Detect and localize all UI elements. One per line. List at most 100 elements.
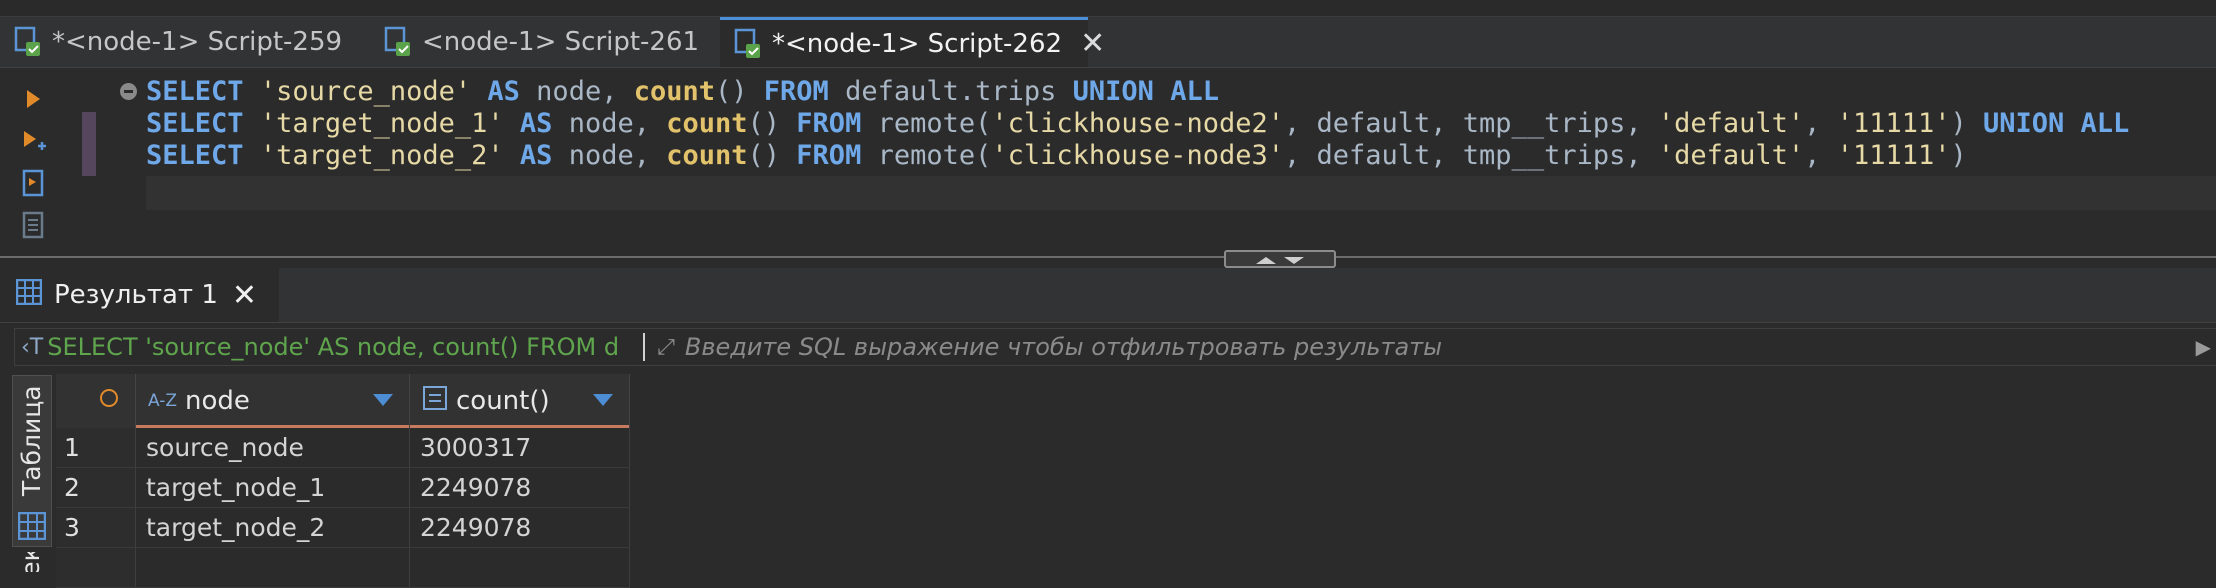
tab-label: *<node-1> Script-259 [52, 27, 343, 57]
code-token: () [715, 76, 764, 107]
tab-label: <node-1> Script-261 [422, 27, 700, 57]
sql-script-icon [384, 26, 414, 58]
code-line[interactable]: SELECT 'target_node_2' AS node, count() … [146, 140, 2129, 172]
sort-icon[interactable] [373, 394, 393, 406]
results-tab-bar: Результат 1 ✕ [0, 268, 2216, 323]
select-all-icon[interactable] [98, 386, 120, 416]
window-top-strip [0, 0, 2216, 17]
row-number-header[interactable] [56, 374, 136, 428]
code-token: 'clickhouse-node3' [991, 140, 1284, 171]
code-line[interactable]: SELECT 'source_node' AS node, count() FR… [146, 76, 2129, 108]
sort-icon[interactable] [593, 394, 613, 406]
sql-script-icon [734, 28, 764, 60]
side-tab-text[interactable]: Текст [12, 552, 50, 572]
sql-text-icon: ‹T [21, 334, 44, 360]
result-filter-bar[interactable]: ‹T SELECT 'source_node' AS node, count()… [14, 328, 2216, 366]
code-token: 'default' [1657, 140, 1805, 171]
splitter-toggle[interactable] [1224, 250, 1336, 268]
empty-cell [136, 548, 410, 588]
tab-script-262[interactable]: *<node-1> Script-262 ✕ [720, 17, 1105, 67]
tab-script-259[interactable]: *<node-1> Script-259 [0, 17, 342, 67]
row-number[interactable]: 2 [56, 468, 136, 508]
expand-icon[interactable]: ⤢ [657, 335, 675, 360]
cell-count[interactable]: 2249078 [410, 508, 630, 548]
code-token: 'target_node_1' [259, 108, 504, 139]
empty-cell [410, 548, 630, 588]
close-icon[interactable]: ✕ [232, 278, 257, 313]
result-tab-label: Результат 1 [54, 280, 218, 310]
column-header-count[interactable]: count() [410, 374, 630, 428]
number-type-icon [422, 385, 448, 418]
close-icon[interactable]: ✕ [1080, 26, 1105, 61]
code-token: UNION ALL [1983, 108, 2130, 139]
cell-count[interactable]: 3000317 [410, 428, 630, 468]
cell-node[interactable]: source_node [136, 428, 410, 468]
panel-splitter[interactable] [0, 256, 2216, 268]
sql-script-icon [14, 26, 44, 58]
code-token: node, [552, 108, 667, 139]
code-token: FROM [763, 76, 829, 107]
code-token: '11111' [1836, 140, 1951, 171]
code-token: AS [487, 76, 520, 107]
code-token: ) [1950, 108, 1983, 139]
text-type-icon: A-Z [148, 391, 178, 411]
code-token: count [633, 76, 715, 107]
column-name: node [185, 386, 250, 416]
code-token: SELECT [146, 76, 244, 107]
code-token: , [1804, 108, 1837, 139]
result-grid: A-Z node count() 1 source_node 3000317 2… [56, 374, 2216, 588]
editor-toolbar [0, 68, 64, 256]
code-token: remote( [861, 108, 992, 139]
script-icon[interactable] [18, 210, 48, 240]
code-token: FROM [796, 108, 862, 139]
tab-label: *<node-1> Script-262 [772, 28, 1063, 59]
grid-icon [15, 278, 43, 312]
fold-icon[interactable] [120, 83, 137, 100]
explain-icon[interactable] [18, 168, 48, 198]
code-token: count [666, 108, 748, 139]
current-line-highlight [146, 176, 2216, 210]
code-token: remote( [861, 140, 992, 171]
code-token: () [747, 108, 797, 139]
row-number[interactable]: 1 [56, 428, 136, 468]
side-tab-label: Текст [16, 552, 45, 572]
row-number-empty [56, 548, 136, 588]
sql-code[interactable]: SELECT 'source_node' AS node, count() FR… [146, 76, 2129, 172]
row-number[interactable]: 3 [56, 508, 136, 548]
code-token: 'clickhouse-node2' [991, 108, 1284, 139]
editor-tab-bar: *<node-1> Script-259 <node-1> Script-261… [0, 17, 2216, 68]
code-token: UNION ALL [1072, 76, 1219, 107]
code-token: () [747, 140, 797, 171]
cell-node[interactable]: target_node_2 [136, 508, 410, 548]
column-name: count() [456, 386, 550, 416]
code-line[interactable]: SELECT 'target_node_1' AS node, count() … [146, 108, 2129, 140]
filter-apply-icon[interactable]: ▶ [2196, 335, 2211, 359]
code-token: FROM [796, 140, 862, 171]
side-tab-table[interactable]: Таблица [12, 375, 52, 547]
code-token: ) [1950, 140, 1967, 171]
side-tab-label: Таблица [17, 385, 46, 496]
tab-result-1[interactable]: Результат 1 ✕ [0, 268, 279, 322]
execute-script-icon[interactable] [18, 126, 48, 156]
tab-script-261[interactable]: <node-1> Script-261 [370, 17, 700, 67]
code-token: default.trips [828, 76, 1073, 107]
cell-count[interactable]: 2249078 [410, 468, 630, 508]
code-token: node, [552, 140, 667, 171]
code-token: node, [519, 76, 634, 107]
text-caret [643, 333, 646, 361]
execute-icon[interactable] [18, 84, 48, 114]
sql-editor[interactable]: SELECT 'source_node' AS node, count() FR… [0, 68, 2216, 256]
filter-input[interactable]: Введите SQL выражение чтобы отфильтроват… [685, 333, 1442, 361]
grid-icon [17, 511, 47, 544]
cell-node[interactable]: target_node_1 [136, 468, 410, 508]
code-token: , [1804, 140, 1837, 171]
code-token: AS [519, 140, 553, 171]
code-token: SELECT [146, 108, 244, 139]
code-token: , default, tmp__trips, [1283, 140, 1658, 171]
column-header-node[interactable]: A-Z node [136, 374, 410, 428]
code-token: count [666, 140, 748, 171]
